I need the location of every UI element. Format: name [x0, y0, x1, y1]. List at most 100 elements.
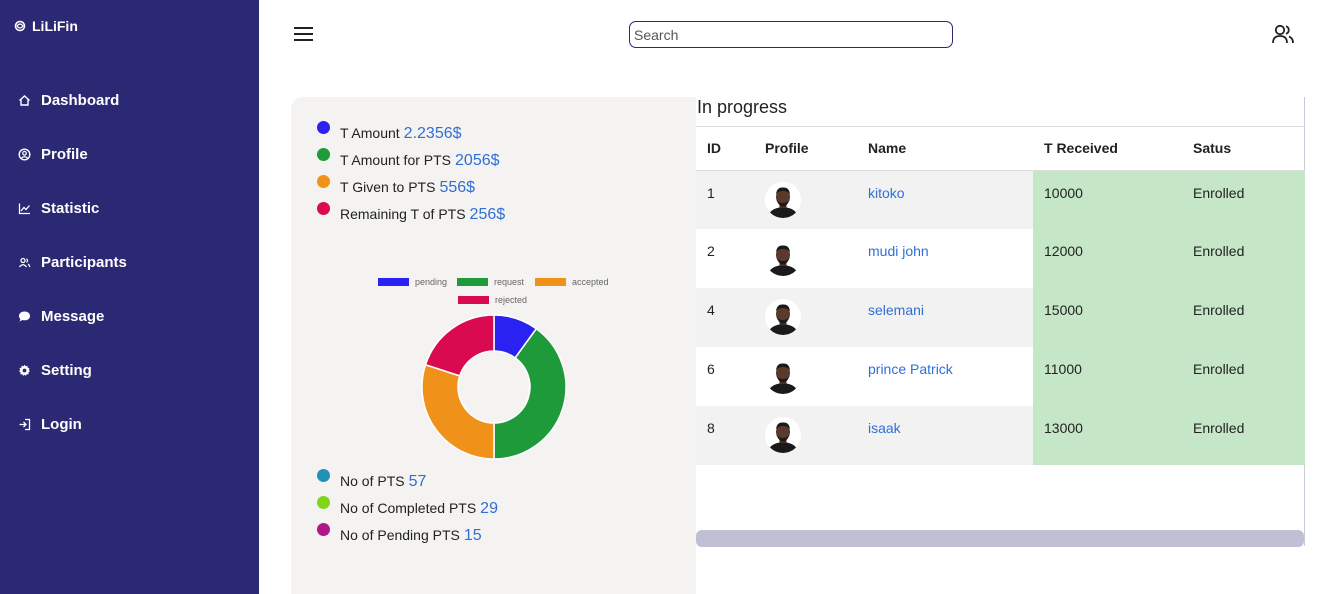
cell-name[interactable]: mudi john — [857, 229, 1033, 288]
stat-value: 29 — [480, 500, 498, 517]
table-row[interactable]: 8 isaak 13000 Enrolled — [696, 406, 1305, 465]
cell-id: 1 — [696, 170, 754, 229]
cell-status: Enrolled — [1182, 347, 1305, 406]
user-circle-icon — [18, 147, 31, 161]
cell-received: 15000 — [1033, 288, 1182, 347]
avatar[interactable] — [765, 181, 801, 218]
account-users-icon[interactable] — [1271, 23, 1295, 45]
legend-dot — [317, 175, 330, 188]
legend-swatch — [458, 296, 489, 304]
column-header-received[interactable]: T Received — [1033, 126, 1182, 171]
users-icon — [18, 256, 31, 269]
search-input[interactable] — [629, 21, 953, 48]
stat-label: Remaining T of PTS — [340, 206, 466, 222]
cell-name[interactable]: kitoko — [857, 170, 1033, 229]
avatar[interactable] — [765, 240, 801, 276]
cell-received: 13000 — [1033, 406, 1182, 465]
donut-slice-accepted[interactable] — [421, 363, 495, 460]
cell-received: 10000 — [1033, 170, 1182, 229]
horizontal-scrollbar[interactable] — [696, 530, 1304, 547]
sidebar-item-message[interactable]: Message — [0, 289, 259, 343]
avatar[interactable] — [765, 417, 801, 453]
stat-label: T Amount for PTS — [340, 152, 452, 168]
cell-received: 11000 — [1033, 347, 1182, 406]
stat-label: No of PTS — [340, 473, 405, 489]
sidebar-item-label: Profile — [41, 145, 88, 163]
legend-dot — [317, 121, 330, 134]
cell-name[interactable]: isaak — [857, 406, 1033, 465]
cell-profile — [754, 406, 857, 465]
sidebar-nav: Dashboard Profile Statistic Participants… — [0, 73, 259, 451]
brand-logo[interactable]: LiLiFin — [14, 18, 78, 34]
column-header-name[interactable]: Name — [857, 126, 1033, 171]
legend-swatch — [457, 278, 488, 286]
legend-item-request[interactable]: request — [457, 277, 524, 287]
stat-value: 2056$ — [455, 152, 500, 169]
sidebar-item-label: Statistic — [41, 199, 100, 217]
stat-value: 556$ — [439, 179, 476, 196]
home-icon — [18, 94, 31, 107]
menu-toggle-icon[interactable] — [294, 27, 314, 42]
stat-label: T Amount — [340, 125, 400, 141]
sidebar: LiLiFin Dashboard Profile Statistic Part… — [0, 0, 259, 594]
stat-value: 57 — [408, 473, 427, 490]
table-header-row: ID Profile Name T Received Satus — [696, 126, 1305, 171]
table-row[interactable]: 2 mudi john 12000 Enrolled — [696, 229, 1305, 288]
table-row[interactable]: 4 selemani 15000 Enrolled — [696, 288, 1305, 347]
column-header-profile[interactable]: Profile — [754, 126, 857, 171]
sidebar-item-label: Participants — [41, 253, 127, 271]
sidebar-item-label: Login — [41, 415, 82, 433]
cell-status: Enrolled — [1182, 170, 1305, 229]
sidebar-item-participants[interactable]: Participants — [0, 235, 259, 289]
legend-dot — [317, 496, 330, 509]
table-row[interactable]: 6 prince Patrick 11000 Enrolled — [696, 347, 1305, 406]
legend-label: accepted — [572, 277, 609, 287]
sidebar-item-statistic[interactable]: Statistic — [0, 181, 259, 235]
cell-profile — [754, 170, 857, 229]
avatar[interactable] — [765, 299, 801, 335]
table-divider — [1304, 97, 1305, 126]
legend-item-rejected[interactable]: rejected — [458, 295, 527, 305]
cell-profile — [754, 288, 857, 347]
avatar[interactable] — [765, 358, 801, 394]
legend-dot — [317, 523, 330, 536]
cell-status: Enrolled — [1182, 229, 1305, 288]
table-top-border — [696, 126, 1305, 127]
table-title: In progress — [697, 97, 788, 117]
cell-status: Enrolled — [1182, 406, 1305, 465]
donut-slice-rejected[interactable] — [424, 314, 495, 377]
brand-icon — [14, 20, 26, 32]
sidebar-item-dashboard[interactable]: Dashboard — [0, 73, 259, 127]
stat-value: 2.2356$ — [403, 125, 462, 142]
stat-no-pts: No of PTS 57 — [317, 469, 427, 491]
legend-item-pending[interactable]: pending — [378, 277, 447, 287]
legend-swatch — [535, 278, 566, 286]
legend-item-accepted[interactable]: accepted — [535, 277, 609, 287]
cell-id: 4 — [696, 288, 754, 347]
column-header-status[interactable]: Satus — [1182, 126, 1305, 171]
cell-received: 12000 — [1033, 229, 1182, 288]
brand-name: LiLiFin — [32, 18, 78, 34]
sidebar-item-setting[interactable]: Setting — [0, 343, 259, 397]
progress-table-container: ID Profile Name T Received Satus 1 kitok… — [696, 126, 1305, 546]
stat-pending-pts: No of Pending PTS 15 — [317, 523, 482, 545]
legend-label: rejected — [495, 295, 528, 305]
stat-label: T Given to PTS — [340, 179, 436, 195]
sidebar-item-profile[interactable]: Profile — [0, 127, 259, 181]
legend-label: pending — [415, 277, 448, 287]
chat-bubble-icon — [18, 310, 31, 323]
stat-t-amount: T Amount 2.2356$ — [317, 121, 462, 143]
gear-icon — [18, 364, 31, 377]
sidebar-item-label: Setting — [41, 361, 92, 379]
column-header-id[interactable]: ID — [696, 126, 754, 171]
stat-label: No of Completed PTS — [340, 500, 477, 516]
legend-swatch — [378, 278, 409, 286]
progress-table: ID Profile Name T Received Satus 1 kitok… — [696, 126, 1305, 465]
table-row[interactable]: 1 kitoko 10000 Enrolled — [696, 170, 1305, 229]
stat-label: No of Pending PTS — [340, 527, 460, 543]
cell-id: 6 — [696, 347, 754, 406]
sidebar-item-label: Dashboard — [41, 91, 120, 109]
cell-name[interactable]: prince Patrick — [857, 347, 1033, 406]
cell-name[interactable]: selemani — [857, 288, 1033, 347]
sidebar-item-login[interactable]: Login — [0, 397, 259, 451]
